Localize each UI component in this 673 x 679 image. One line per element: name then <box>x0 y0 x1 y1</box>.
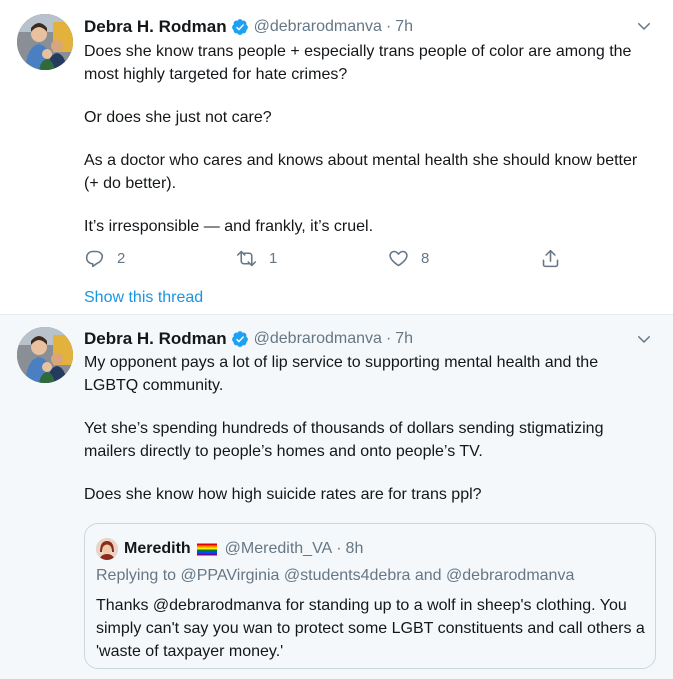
quoted-timestamp: 8h <box>345 540 364 557</box>
retweet-icon <box>236 248 257 269</box>
tweet-text: Does she know trans people + especially … <box>84 40 654 238</box>
tweet-paragraph: Or does she just not care? <box>84 109 272 126</box>
reply-count: 2 <box>117 250 126 267</box>
replying-to: Replying to @PPAVirginia @students4debra… <box>96 567 575 584</box>
chevron-down-icon[interactable] <box>635 330 653 348</box>
timestamp[interactable]: 7h <box>395 18 413 36</box>
retweet-button[interactable]: 1 <box>236 248 277 269</box>
tweet-text: My opponent pays a lot of lip service to… <box>84 351 654 506</box>
tweet-paragraph: It’s irresponsible — and frankly, it’s c… <box>84 218 374 235</box>
avatar[interactable] <box>17 14 73 70</box>
quoted-tweet-header: Meredith @Meredith_VA · 8h <box>96 538 363 560</box>
share-icon <box>540 248 561 269</box>
reply-icon <box>84 248 105 269</box>
heart-icon <box>388 248 409 269</box>
tweet-paragraph: Does she know how high suicide rates are… <box>84 486 482 503</box>
quoted-tweet-text: Thanks @debrarodmanva for standing up to… <box>96 597 645 660</box>
tweet[interactable]: Debra H. Rodman @debrarodmanva · 7h My o… <box>0 315 673 679</box>
tweet-paragraph: Yet she’s spending hundreds of thousands… <box>84 420 604 460</box>
tweet-paragraph: My opponent pays a lot of lip service to… <box>84 354 599 394</box>
tweet[interactable]: Debra H. Rodman @debrarodmanva · 7h Does… <box>0 0 673 315</box>
quoted-author-name: Meredith <box>124 540 191 557</box>
author-handle[interactable]: @debrarodmanva <box>254 18 382 36</box>
tweet-actions: 2 1 8 <box>84 248 584 272</box>
rainbow-flag-icon <box>196 543 217 556</box>
verified-badge-icon <box>231 330 249 348</box>
chevron-down-icon[interactable] <box>635 17 653 35</box>
separator-dot: · <box>336 540 342 557</box>
share-button[interactable] <box>540 248 561 269</box>
quoted-tweet[interactable]: Meredith @Meredith_VA · 8h Replying to @… <box>84 523 656 669</box>
author-name[interactable]: Debra H. Rodman <box>84 17 227 37</box>
like-count: 8 <box>421 250 430 267</box>
author-name[interactable]: Debra H. Rodman <box>84 329 227 349</box>
show-thread-link[interactable]: Show this thread <box>84 289 203 307</box>
separator-dot: · <box>385 330 392 347</box>
author-handle[interactable]: @debrarodmanva <box>254 330 382 348</box>
quoted-author-handle: @Meredith_VA <box>224 540 333 557</box>
verified-badge-icon <box>231 18 249 36</box>
separator-dot: · <box>385 18 392 35</box>
reply-button[interactable]: 2 <box>84 248 125 269</box>
tweet-paragraph: As a doctor who cares and knows about me… <box>84 152 638 192</box>
tweet-header: Debra H. Rodman @debrarodmanva · 7h <box>84 16 413 38</box>
tweet-paragraph: Does she know trans people + especially … <box>84 43 632 83</box>
tweet-header: Debra H. Rodman @debrarodmanva · 7h <box>84 328 413 350</box>
avatar[interactable] <box>17 327 73 383</box>
retweet-count: 1 <box>269 250 278 267</box>
avatar <box>96 538 118 560</box>
like-button[interactable]: 8 <box>388 248 429 269</box>
timestamp[interactable]: 7h <box>395 330 413 348</box>
